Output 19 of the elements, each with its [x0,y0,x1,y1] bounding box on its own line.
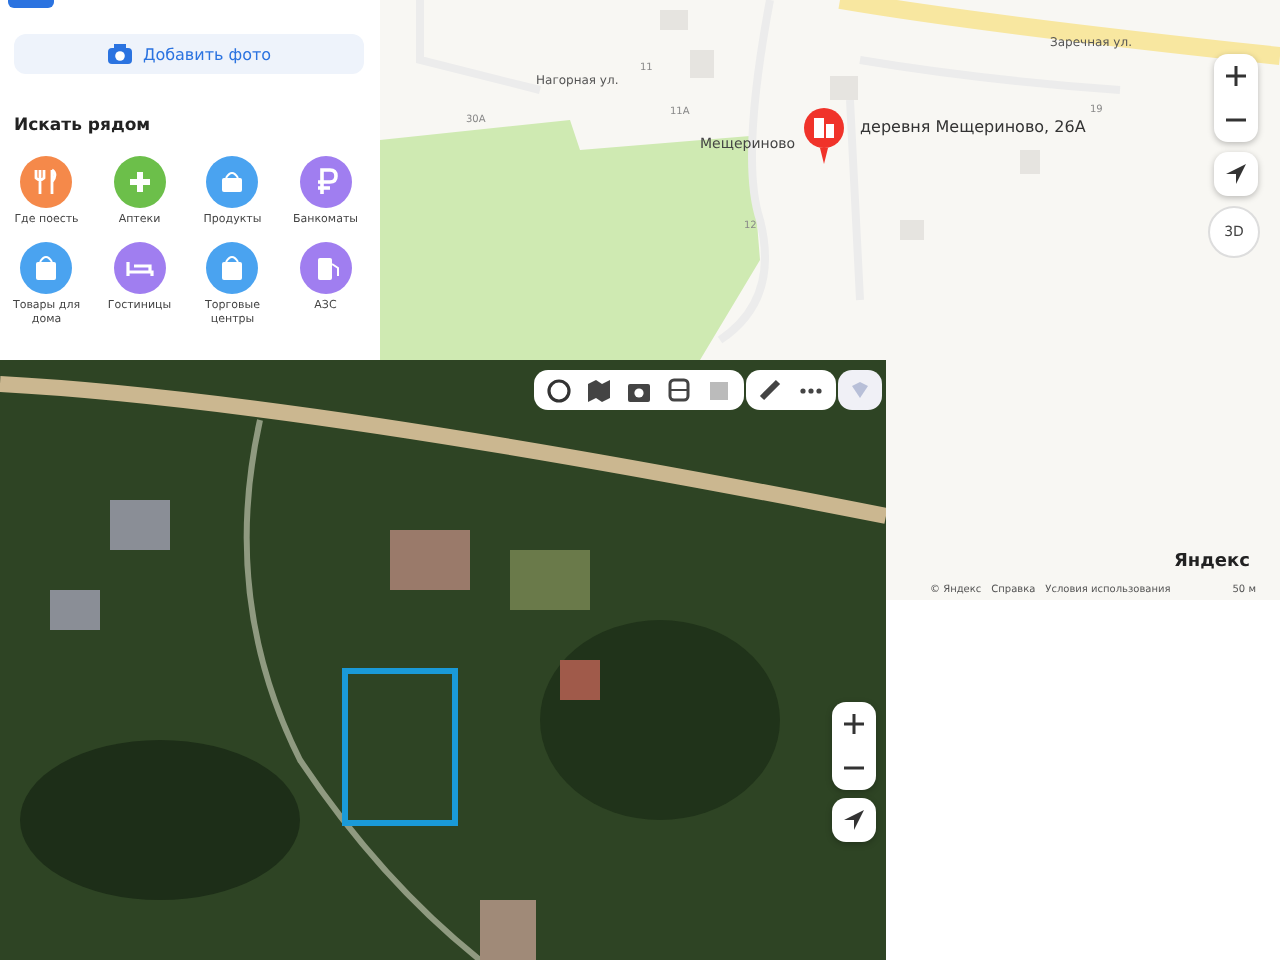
add-photo-button[interactable]: Добавить фото [14,34,364,74]
ruler-icon[interactable] [758,377,784,403]
camera-icon [106,42,135,66]
building-pin-icon[interactable] [802,106,846,166]
location-button[interactable] [1214,152,1258,196]
profile-button[interactable] [838,370,882,410]
zoom-in-icon[interactable] [1224,64,1248,88]
circle-icon[interactable] [546,377,572,403]
navigation-arrow-icon [842,808,866,832]
yandex-logo: Яндекс [1174,552,1250,572]
navigation-arrow-icon [1224,162,1248,186]
gem-icon [848,378,872,402]
map-icon[interactable] [586,377,612,403]
place-label: деревня Мещериново, 26А [860,118,1086,136]
top-button-edge[interactable] [8,0,54,8]
location-button[interactable] [832,798,876,842]
zoom-in-icon[interactable] [842,712,866,736]
section-title: Искать рядом [14,116,151,136]
bus-icon[interactable] [666,377,692,403]
